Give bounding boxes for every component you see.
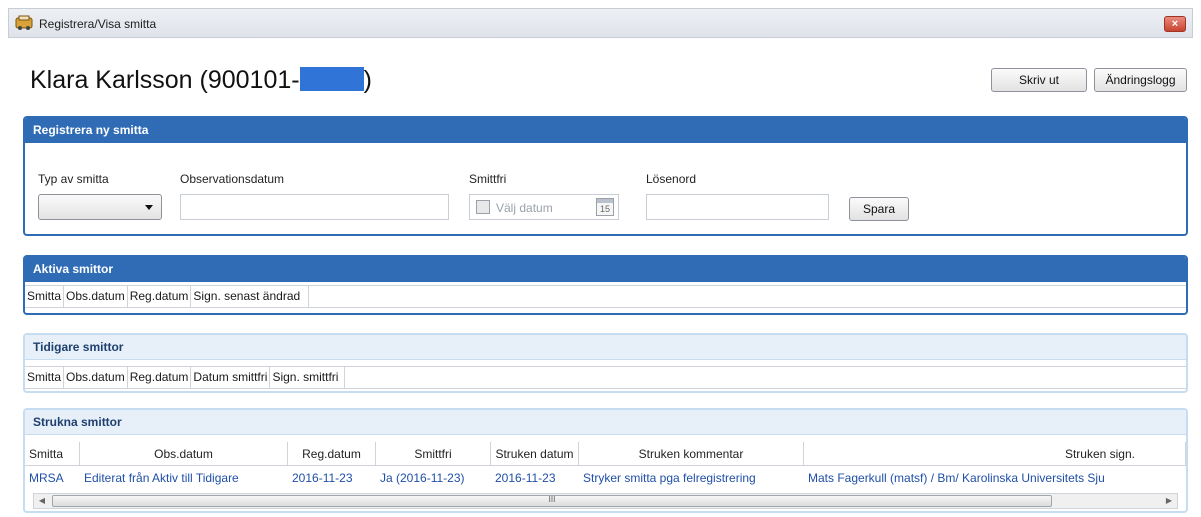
datepicker-placeholder: Välj datum [496, 201, 553, 215]
infection-free-datepicker[interactable]: Välj datum 15 [469, 194, 619, 220]
table-cell: MRSA [29, 471, 64, 485]
column-header[interactable]: Sign. senast ändrad [191, 286, 310, 307]
table-cell: Ja (2016-11-23) [380, 471, 465, 485]
active-infections-header: Smitta Obs.datum Reg.datum Sign. senast … [25, 285, 1186, 308]
previous-infections-title: Tidigare smittor [25, 335, 1186, 360]
table-cell: 2016-11-23 [292, 471, 353, 485]
column-header[interactable]: Obs.datum [64, 286, 128, 307]
struck-infections-grid: Smitta Obs.datum Reg.datum Smittfri Stru… [25, 442, 1186, 490]
column-header[interactable]: Datum smittfri [191, 367, 271, 388]
column-header[interactable]: Smitta [25, 367, 65, 388]
scroll-left-icon[interactable]: ◀ [34, 494, 50, 508]
column-header[interactable]: Smittfri [376, 442, 491, 466]
table-cell: Editerat från Aktiv till Tidigare [84, 471, 239, 485]
dialog-window: Registrera/Visa smitta × Klara Karlsson … [0, 0, 1201, 517]
table-row[interactable]: MRSA Editerat från Aktiv till Tidigare 2… [25, 466, 1186, 490]
infection-free-checkbox[interactable] [476, 200, 490, 214]
infection-type-select[interactable] [38, 194, 162, 220]
password-label: Lösenord [646, 172, 697, 186]
scroll-right-icon[interactable]: ▶ [1161, 494, 1177, 508]
struck-infections-header: Smitta Obs.datum Reg.datum Smittfri Stru… [25, 442, 1186, 466]
column-header[interactable]: Struken kommentar [579, 442, 804, 466]
table-cell: 2016-11-23 [495, 471, 556, 485]
column-header[interactable]: Obs.datum [80, 442, 288, 466]
patient-heading: Klara Karlsson (900101-) [30, 66, 372, 95]
patient-name-suffix: ) [363, 66, 372, 94]
register-panel: Registrera ny smitta Typ av smitta Obser… [23, 116, 1188, 236]
infection-free-label: Smittfri [469, 172, 507, 186]
struck-infections-title: Strukna smittor [25, 410, 1186, 435]
window-title: Registrera/Visa smitta [39, 17, 157, 31]
obs-date-input[interactable] [180, 194, 449, 220]
column-header[interactable]: Reg.datum [128, 367, 192, 388]
close-button[interactable]: × [1164, 16, 1186, 32]
scrollbar-thumb[interactable]: III [52, 495, 1052, 507]
calendar-icon[interactable]: 15 [596, 198, 614, 216]
infection-type-label: Typ av smitta [38, 172, 109, 186]
column-header[interactable]: Smitta [25, 286, 65, 307]
column-header[interactable]: Reg.datum [128, 286, 192, 307]
app-icon [15, 15, 33, 31]
save-button[interactable]: Spara [849, 197, 909, 221]
column-header[interactable]: Struken sign. [804, 442, 1186, 466]
previous-infections-header: Smitta Obs.datum Reg.datum Datum smittfr… [25, 366, 1186, 389]
column-header[interactable]: Smitta [25, 442, 80, 466]
patient-name: Klara Karlsson (900101- [30, 66, 300, 94]
redacted-personal-number [299, 67, 364, 91]
active-infections-title: Aktiva smittor [25, 257, 1186, 282]
column-header[interactable]: Obs.datum [64, 367, 128, 388]
table-cell: Mats Fagerkull (matsf) / Bm/ Karolinska … [808, 471, 1105, 485]
changelog-button[interactable]: Ändringslogg [1094, 68, 1187, 92]
register-panel-title: Registrera ny smitta [25, 118, 1186, 143]
column-header[interactable]: Sign. smittfri [270, 367, 346, 388]
column-header[interactable]: Reg.datum [288, 442, 376, 466]
chevron-down-icon [145, 205, 153, 210]
obs-date-label: Observationsdatum [180, 172, 285, 186]
active-infections-panel: Aktiva smittor Smitta Obs.datum Reg.datu… [23, 255, 1188, 315]
print-button[interactable]: Skriv ut [991, 68, 1087, 92]
horizontal-scrollbar[interactable]: ◀ III ▶ [33, 493, 1178, 509]
password-input[interactable] [646, 194, 829, 220]
title-bar[interactable]: Registrera/Visa smitta × [8, 8, 1193, 38]
table-cell: Stryker smitta pga felregistrering [583, 471, 756, 485]
column-header[interactable]: Struken datum [491, 442, 579, 466]
previous-infections-panel: Tidigare smittor Smitta Obs.datum Reg.da… [23, 333, 1188, 393]
struck-infections-panel: Strukna smittor Smitta Obs.datum Reg.dat… [23, 408, 1188, 513]
